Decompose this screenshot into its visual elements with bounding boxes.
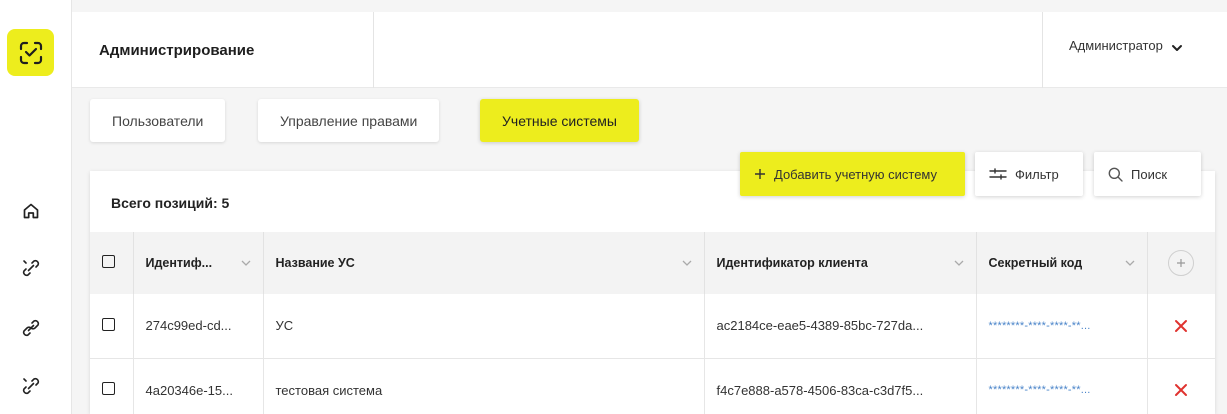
add-account-system-button[interactable]: Добавить учетную систему bbox=[740, 152, 965, 196]
cell-secret: ********-****-****-**... bbox=[976, 294, 1148, 358]
tab-users[interactable]: Пользователи bbox=[90, 99, 226, 142]
table-header-row: Идентиф... Название УС Идентификатор кли… bbox=[90, 232, 1215, 294]
chevron-down-icon bbox=[954, 260, 963, 266]
link-off-icon bbox=[22, 377, 40, 395]
header-add-column-cell bbox=[1147, 232, 1215, 294]
divider bbox=[1042, 12, 1043, 88]
tab-rights[interactable]: Управление правами bbox=[258, 99, 440, 142]
user-name: Администратор bbox=[1069, 38, 1163, 53]
cell-name: УС bbox=[263, 294, 705, 358]
link-off-icon bbox=[22, 259, 40, 277]
nav-link-off[interactable] bbox=[19, 256, 43, 280]
filter-button[interactable]: Фильтр bbox=[975, 152, 1083, 196]
column-header-secret[interactable]: Секретный код bbox=[976, 232, 1148, 294]
row-checkbox[interactable] bbox=[102, 382, 115, 395]
column-label: Название УС bbox=[275, 256, 355, 270]
column-label: Секретный код bbox=[988, 256, 1083, 270]
logo[interactable] bbox=[7, 29, 54, 76]
plus-icon bbox=[754, 168, 766, 180]
divider bbox=[373, 12, 374, 88]
nav-link-off-2[interactable] bbox=[19, 374, 43, 398]
sliders-icon bbox=[989, 168, 1007, 180]
plus-circle-icon bbox=[1177, 259, 1186, 267]
row-select-cell bbox=[90, 294, 134, 358]
sidebar bbox=[0, 0, 72, 414]
search-button[interactable]: Поиск bbox=[1094, 152, 1201, 196]
chevron-down-icon bbox=[1171, 44, 1182, 51]
row-checkbox[interactable] bbox=[102, 317, 115, 331]
add-column-button[interactable] bbox=[1168, 250, 1195, 276]
chevron-down-icon bbox=[241, 260, 250, 266]
cell-name: тестовая система bbox=[263, 358, 705, 414]
table-row[interactable]: 4a20346e-15... тестовая система f4c7e888… bbox=[90, 358, 1215, 414]
account-systems-table: Идентиф... Название УС Идентификатор кли… bbox=[90, 232, 1215, 414]
nav-home[interactable] bbox=[19, 199, 43, 223]
header-select-cell bbox=[90, 232, 134, 294]
delete-button[interactable] bbox=[1160, 319, 1204, 333]
tab-account-systems[interactable]: Учетные системы bbox=[480, 99, 639, 142]
column-label: Идентиф... bbox=[145, 256, 213, 270]
column-header-client-id[interactable]: Идентификатор клиента bbox=[704, 232, 977, 294]
select-all-checkbox[interactable] bbox=[102, 255, 115, 268]
chevron-down-icon bbox=[1125, 260, 1134, 266]
column-header-name[interactable]: Название УС bbox=[263, 232, 705, 294]
top-bar: Администрирование Администратор bbox=[72, 12, 1227, 88]
filter-label: Фильтр bbox=[1015, 166, 1059, 182]
search-icon bbox=[1108, 167, 1123, 182]
home-icon bbox=[23, 203, 39, 219]
nav-link[interactable] bbox=[19, 316, 43, 340]
cell-id: 274c99ed-cd... bbox=[133, 294, 264, 358]
user-menu[interactable]: Администратор bbox=[1069, 38, 1183, 53]
table-row[interactable]: 274c99ed-cd... УС ac2184ce-eae5-4389-85b… bbox=[90, 294, 1215, 358]
add-account-system-label: Добавить учетную систему bbox=[774, 166, 938, 182]
row-select-cell bbox=[90, 358, 134, 414]
total-count: Всего позиций: 5 bbox=[111, 195, 230, 211]
close-icon bbox=[1175, 319, 1188, 332]
delete-button[interactable] bbox=[1160, 383, 1204, 397]
row-actions-cell bbox=[1147, 294, 1215, 358]
search-label: Поиск bbox=[1131, 166, 1168, 182]
cell-client-id: ac2184ce-eae5-4389-85bc-727da... bbox=[704, 294, 977, 358]
cell-id: 4a20346e-15... bbox=[133, 358, 264, 414]
scan-face-icon bbox=[19, 41, 42, 64]
account-systems-panel: Всего позиций: 5 Идентиф... Название УС … bbox=[90, 171, 1215, 414]
chevron-down-icon bbox=[682, 260, 691, 266]
close-icon bbox=[1175, 384, 1188, 396]
page-title: Администрирование bbox=[99, 42, 255, 59]
column-header-id[interactable]: Идентиф... bbox=[133, 232, 264, 294]
cell-client-id: f4c7e888-a578-4506-83ca-c3d7f5... bbox=[704, 358, 977, 414]
column-label: Идентификатор клиента bbox=[716, 256, 868, 270]
cell-secret: ********-****-****-**... bbox=[976, 358, 1148, 414]
link-icon bbox=[22, 319, 40, 337]
row-actions-cell bbox=[1147, 358, 1215, 414]
